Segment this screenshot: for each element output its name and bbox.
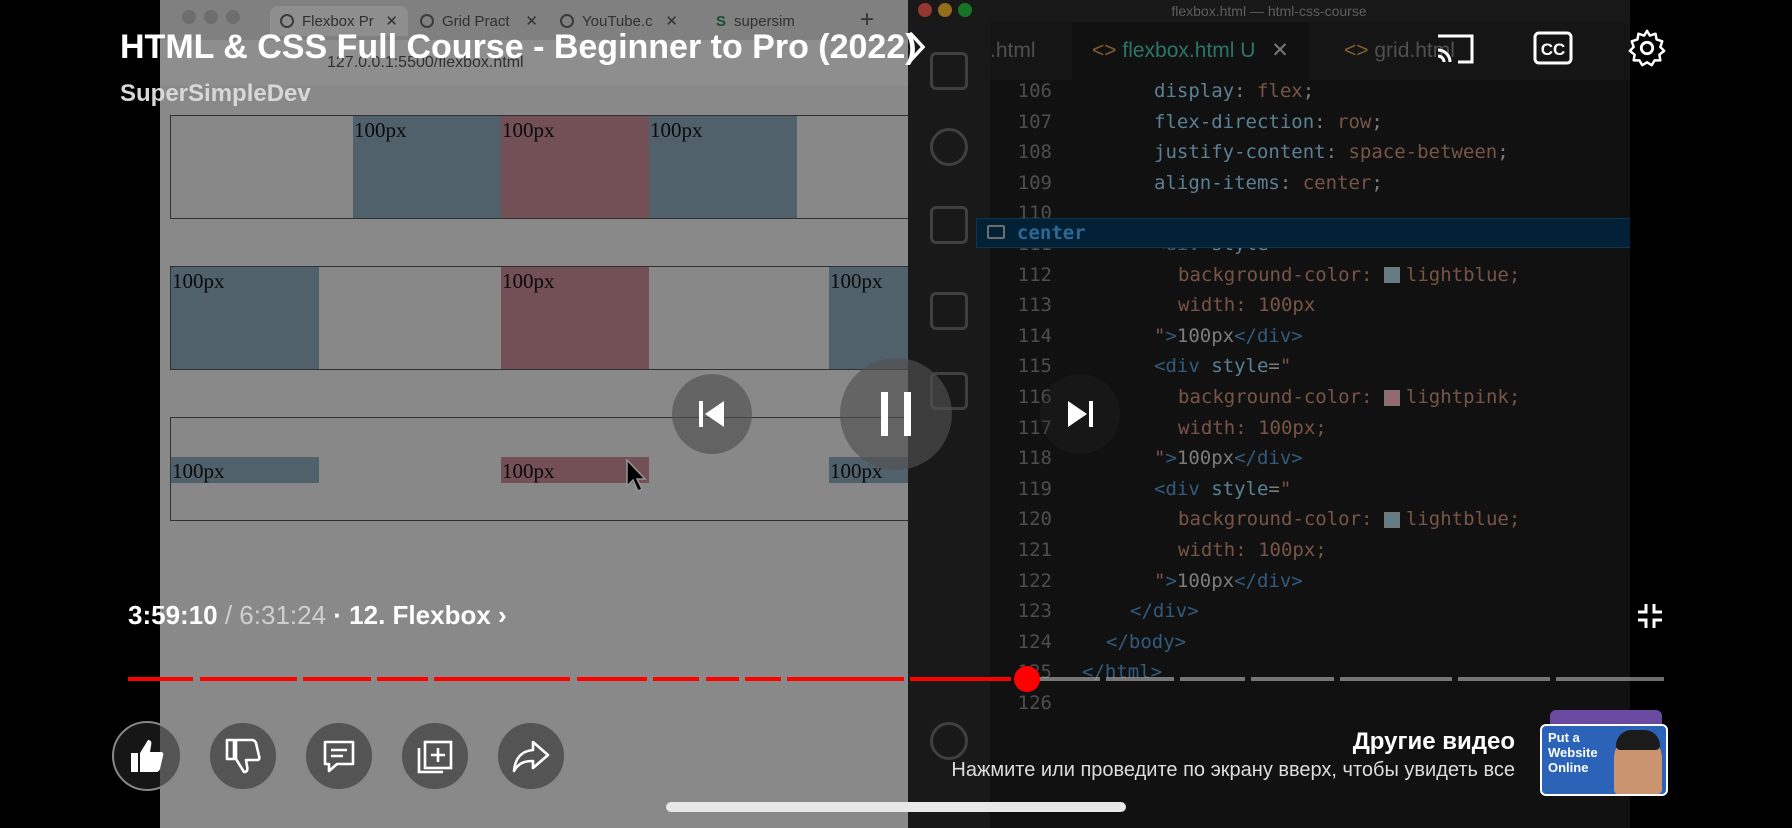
chapter-segment[interactable]: [653, 677, 700, 681]
add-to-playlist-icon: [417, 740, 453, 774]
cast-icon[interactable]: [1434, 28, 1476, 68]
video-title[interactable]: HTML & CSS Full Course - Beginner to Pro…: [120, 28, 917, 67]
chapter-segment[interactable]: [128, 677, 193, 681]
exit-fullscreen-icon[interactable]: [1636, 602, 1664, 630]
pause-icon: [881, 392, 911, 436]
total-time: / 6:31:24: [224, 600, 327, 630]
chapter-segment[interactable]: [1180, 677, 1245, 681]
chapter-segment[interactable]: [909, 677, 1012, 681]
home-indicator[interactable]: [666, 802, 1126, 812]
skip-previous-icon: [699, 401, 724, 427]
captions-icon[interactable]: CC: [1532, 28, 1574, 68]
like-button[interactable]: [112, 721, 182, 791]
chevron-right-icon[interactable]: [905, 30, 929, 64]
chapter-segment[interactable]: [1556, 677, 1664, 681]
chapter-segment[interactable]: [433, 677, 571, 681]
chapter-chevron-icon: ›: [498, 600, 507, 630]
thumbs-up-icon: [131, 740, 164, 772]
dislike-button[interactable]: [208, 721, 278, 791]
chapter-segment[interactable]: [376, 677, 428, 681]
chapter-segment[interactable]: [1339, 677, 1453, 681]
chapter-segment[interactable]: [745, 677, 781, 681]
chapter-segment[interactable]: [303, 677, 371, 681]
chapter-segment[interactable]: [1250, 677, 1334, 681]
more-videos-thumbnail[interactable]: Put a Website Online: [1540, 724, 1668, 796]
thumbnail-caption: Put a Website Online: [1548, 730, 1598, 775]
chapter-segment[interactable]: [576, 677, 648, 681]
channel-name[interactable]: SuperSimpleDev: [120, 80, 311, 108]
skip-next-icon: [1068, 401, 1093, 427]
chapter-segment[interactable]: [786, 677, 904, 681]
time-display[interactable]: 3:59:10 / 6:31:24 · 12. Flexbox ›: [128, 600, 507, 631]
more-videos-hint: Нажмите или проведите по экрану вверх, ч…: [951, 759, 1515, 781]
more-videos-title[interactable]: Другие видео: [1353, 728, 1515, 756]
next-button[interactable]: [1040, 374, 1120, 454]
share-icon: [512, 740, 550, 773]
presenter-hair: [1616, 730, 1660, 750]
svg-text:CC: CC: [1541, 40, 1566, 59]
chapter-segment[interactable]: [1458, 677, 1551, 681]
comment-icon: [323, 740, 355, 773]
comments-button[interactable]: [304, 721, 374, 791]
previous-button[interactable]: [672, 374, 752, 454]
settings-gear-icon[interactable]: [1626, 28, 1668, 68]
chapter-title[interactable]: · 12. Flexbox: [333, 600, 491, 630]
pause-button[interactable]: [840, 358, 952, 470]
thumbs-down-icon: [225, 738, 261, 774]
chapter-segment[interactable]: [200, 677, 297, 681]
share-button[interactable]: [496, 721, 566, 791]
save-to-playlist-button[interactable]: [400, 721, 470, 791]
chapter-segment[interactable]: [1106, 677, 1174, 681]
scrubber-handle[interactable]: [1013, 666, 1040, 692]
progress-bar[interactable]: [128, 666, 1664, 692]
current-time: 3:59:10: [128, 600, 218, 630]
chapter-segment[interactable]: [705, 677, 740, 681]
